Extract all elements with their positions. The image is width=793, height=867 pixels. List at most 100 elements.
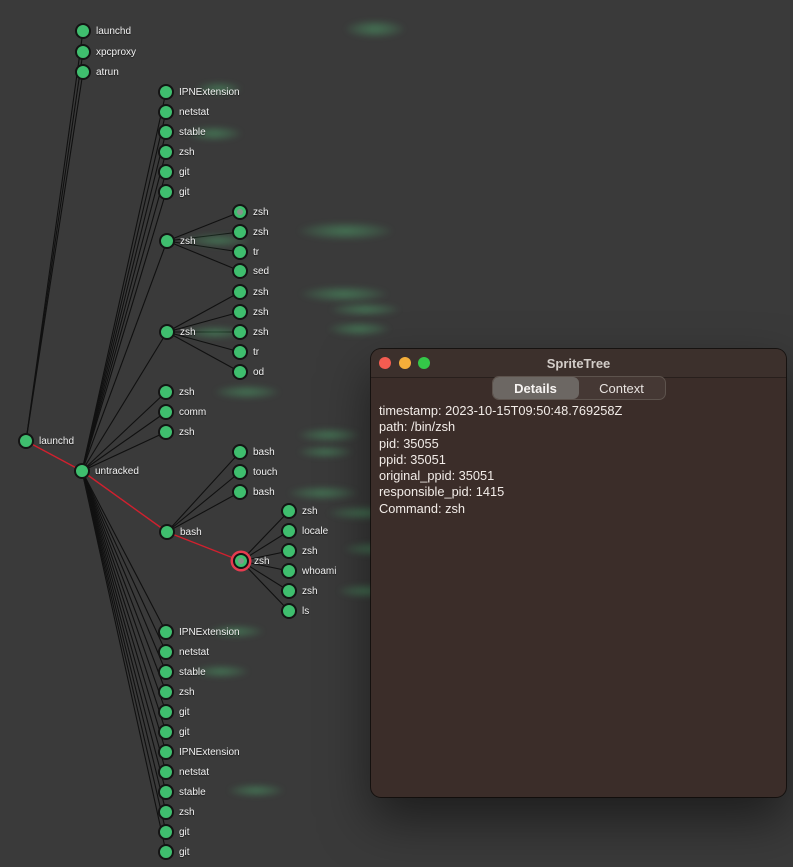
node-tr-p1c3[interactable]: tr: [232, 244, 259, 260]
process-circle[interactable]: [233, 553, 249, 569]
process-circle[interactable]: [232, 304, 248, 320]
node-ls-s6[interactable]: ls: [281, 603, 309, 619]
node-zsh-m3[interactable]: zsh: [158, 424, 195, 440]
process-circle[interactable]: [281, 603, 297, 619]
node-zsh-p1c2[interactable]: zsh: [232, 224, 269, 240]
process-circle[interactable]: [158, 764, 174, 780]
process-circle[interactable]: [281, 543, 297, 559]
node-sed-p1c4[interactable]: sed: [232, 263, 269, 279]
process-circle[interactable]: [232, 464, 248, 480]
process-circle[interactable]: [158, 384, 174, 400]
process-circle[interactable]: [158, 104, 174, 120]
close-button[interactable]: [379, 357, 391, 369]
process-circle[interactable]: [232, 263, 248, 279]
node-ipnextension-c1[interactable]: IPNExtension: [158, 624, 240, 640]
process-circle[interactable]: [75, 64, 91, 80]
process-circle[interactable]: [158, 624, 174, 640]
process-circle[interactable]: [158, 744, 174, 760]
window-titlebar[interactable]: SpriteTree: [371, 349, 786, 378]
node-launchd-t1[interactable]: launchd: [75, 23, 131, 39]
process-circle[interactable]: [158, 664, 174, 680]
process-circle[interactable]: [158, 144, 174, 160]
node-git-a5[interactable]: git: [158, 164, 190, 180]
process-circle[interactable]: [158, 404, 174, 420]
node-zsh-p1[interactable]: zsh: [159, 233, 196, 249]
process-circle[interactable]: [158, 124, 174, 140]
node-locale-s2[interactable]: locale: [281, 523, 328, 539]
process-circle[interactable]: [281, 583, 297, 599]
node-whoami-s4[interactable]: whoami: [281, 563, 336, 579]
node-netstat-c2[interactable]: netstat: [158, 644, 209, 660]
node-ipnextension-d1[interactable]: IPNExtension: [158, 744, 240, 760]
node-launchd-root[interactable]: launchd: [18, 433, 74, 449]
node-git-c5[interactable]: git: [158, 704, 190, 720]
minimize-button[interactable]: [399, 357, 411, 369]
node-git-a6[interactable]: git: [158, 184, 190, 200]
node-tr-p2c4[interactable]: tr: [232, 344, 259, 360]
node-zsh-p2[interactable]: zsh: [159, 324, 196, 340]
node-bash-b1[interactable]: bash: [232, 444, 275, 460]
process-circle[interactable]: [158, 724, 174, 740]
process-circle[interactable]: [158, 684, 174, 700]
node-git-d5[interactable]: git: [158, 824, 190, 840]
node-od-p2c5[interactable]: od: [232, 364, 264, 380]
process-circle[interactable]: [75, 23, 91, 39]
process-circle[interactable]: [158, 784, 174, 800]
process-circle[interactable]: [158, 644, 174, 660]
process-circle[interactable]: [281, 503, 297, 519]
node-git-d6[interactable]: git: [158, 844, 190, 860]
tab-details[interactable]: Details: [493, 377, 579, 399]
process-circle[interactable]: [232, 244, 248, 260]
node-stable-c3[interactable]: stable: [158, 664, 206, 680]
zoom-button[interactable]: [418, 357, 430, 369]
node-zsh-d4[interactable]: zsh: [158, 804, 195, 820]
process-circle[interactable]: [74, 463, 90, 479]
process-circle[interactable]: [158, 704, 174, 720]
process-circle[interactable]: [75, 44, 91, 60]
node-zsh-sel[interactable]: zsh: [233, 553, 270, 569]
node-zsh-p2c1[interactable]: zsh: [232, 284, 269, 300]
process-circle[interactable]: [232, 344, 248, 360]
process-circle[interactable]: [159, 324, 175, 340]
node-xpcproxy-t2[interactable]: xpcproxy: [75, 44, 136, 60]
process-circle[interactable]: [158, 824, 174, 840]
process-circle[interactable]: [158, 844, 174, 860]
node-zsh-c4[interactable]: zsh: [158, 684, 195, 700]
node-zsh-p2c2[interactable]: zsh: [232, 304, 269, 320]
node-touch-b2[interactable]: touch: [232, 464, 277, 480]
node-atrun-t3[interactable]: atrun: [75, 64, 119, 80]
node-zsh-s3[interactable]: zsh: [281, 543, 318, 559]
process-circle[interactable]: [232, 364, 248, 380]
process-circle[interactable]: [232, 324, 248, 340]
process-circle[interactable]: [158, 84, 174, 100]
node-untracked-unt[interactable]: untracked: [74, 463, 139, 479]
node-zsh-a4[interactable]: zsh: [158, 144, 195, 160]
node-bash-b3[interactable]: bash: [232, 484, 275, 500]
node-zsh-m1[interactable]: zsh: [158, 384, 195, 400]
process-circle[interactable]: [159, 233, 175, 249]
process-circle[interactable]: [232, 444, 248, 460]
process-circle[interactable]: [232, 284, 248, 300]
node-comm-m2[interactable]: comm: [158, 404, 206, 420]
node-ipnextension-a1[interactable]: IPNExtension: [158, 84, 240, 100]
process-circle[interactable]: [158, 424, 174, 440]
process-circle[interactable]: [158, 184, 174, 200]
tab-context[interactable]: Context: [579, 377, 665, 399]
node-zsh-p2c3[interactable]: zsh: [232, 324, 269, 340]
process-circle[interactable]: [281, 523, 297, 539]
node-bash-bash[interactable]: bash: [159, 524, 202, 540]
process-circle[interactable]: [281, 563, 297, 579]
process-circle[interactable]: [158, 164, 174, 180]
node-netstat-d2[interactable]: netstat: [158, 764, 209, 780]
process-circle[interactable]: [158, 804, 174, 820]
node-zsh-s1[interactable]: zsh: [281, 503, 318, 519]
node-stable-d3[interactable]: stable: [158, 784, 206, 800]
node-netstat-a2[interactable]: netstat: [158, 104, 209, 120]
process-circle[interactable]: [18, 433, 34, 449]
process-circle[interactable]: [232, 204, 248, 220]
node-zsh-p1c1[interactable]: zsh: [232, 204, 269, 220]
node-git-c6[interactable]: git: [158, 724, 190, 740]
node-stable-a3[interactable]: stable: [158, 124, 206, 140]
process-circle[interactable]: [232, 224, 248, 240]
process-circle[interactable]: [159, 524, 175, 540]
